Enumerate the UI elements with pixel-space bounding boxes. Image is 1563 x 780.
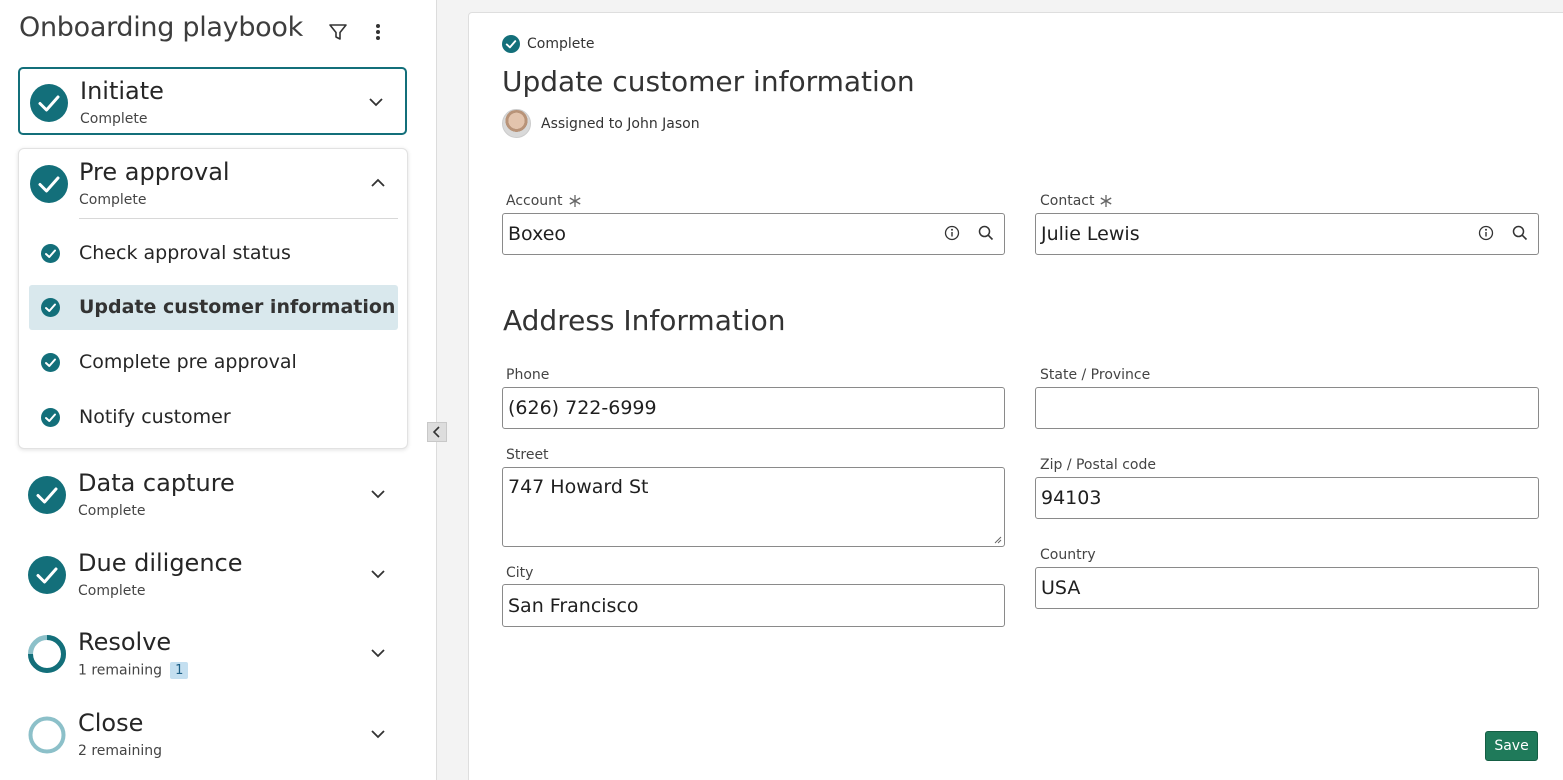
step-detail-panel: Complete Update customer information Ass… xyxy=(468,12,1563,780)
stage-status: Complete xyxy=(78,503,146,519)
stage-data-capture[interactable]: Data capture Complete xyxy=(18,461,407,529)
country-label: Country xyxy=(1040,547,1096,563)
stage-status: 1 remaining 1 xyxy=(78,662,189,679)
required-asterisk-icon xyxy=(1100,195,1112,207)
step-label: Notify customer xyxy=(79,406,231,428)
street-field[interactable]: 747 Howard St xyxy=(502,467,1005,547)
country-value: USA xyxy=(1041,577,1081,599)
check-circle-icon xyxy=(28,556,66,594)
stage-name: Data capture xyxy=(78,469,235,497)
chevron-down-icon[interactable] xyxy=(367,563,389,585)
state-label: State / Province xyxy=(1040,367,1151,383)
step-complete-pre-approval[interactable]: Complete pre approval xyxy=(29,340,398,385)
account-label-text: Account xyxy=(506,193,563,209)
city-value: San Francisco xyxy=(508,594,639,617)
stage-status: Complete xyxy=(78,583,146,599)
phone-value: (626) 722-6999 xyxy=(508,397,657,419)
zip-value: 94103 xyxy=(1041,487,1102,509)
stage-name: Due diligence xyxy=(78,549,243,577)
save-button[interactable]: Save xyxy=(1485,731,1538,761)
step-notify-customer[interactable]: Notify customer xyxy=(29,395,398,440)
info-icon[interactable] xyxy=(1478,224,1494,241)
page-title: Update customer information xyxy=(502,65,915,98)
progress-ring-icon xyxy=(28,635,66,673)
divider xyxy=(79,218,398,219)
collapse-panel-button[interactable] xyxy=(427,422,447,442)
city-field[interactable]: San Francisco xyxy=(502,584,1005,627)
assignee: Assigned to John Jason xyxy=(502,109,700,138)
check-circle-icon xyxy=(502,35,520,53)
stage-due-diligence[interactable]: Due diligence Complete xyxy=(18,541,407,609)
stage-name: Initiate xyxy=(80,77,164,105)
check-circle-icon xyxy=(41,353,60,372)
playbook-title: Onboarding playbook xyxy=(19,12,303,43)
chevron-down-icon[interactable] xyxy=(367,642,389,664)
stage-name: Pre approval xyxy=(79,158,230,186)
check-circle-icon xyxy=(30,165,68,203)
street-value: 747 Howard St xyxy=(508,476,649,498)
zip-label: Zip / Postal code xyxy=(1040,457,1156,473)
required-asterisk-icon xyxy=(569,195,581,207)
account-label: Account xyxy=(506,193,582,209)
stage-header[interactable]: Pre approval Complete xyxy=(19,149,407,219)
remaining-text: 1 remaining xyxy=(78,662,163,679)
account-field[interactable]: Boxeo xyxy=(502,213,1005,255)
avatar xyxy=(502,109,531,138)
country-field[interactable]: USA xyxy=(1035,567,1539,609)
stage-name: Close xyxy=(78,709,144,737)
resize-handle-icon[interactable] xyxy=(993,535,1002,544)
stage-name: Resolve xyxy=(78,628,172,656)
check-circle-icon xyxy=(30,84,68,122)
contact-label: Contact xyxy=(1040,193,1113,209)
empty-ring-icon xyxy=(28,716,66,754)
check-circle-icon xyxy=(28,476,66,514)
assignee-text: Assigned to John Jason xyxy=(541,115,700,132)
stage-status: Complete xyxy=(79,192,147,208)
contact-value: Julie Lewis xyxy=(1041,223,1140,245)
chevron-left-icon xyxy=(432,426,440,438)
chevron-down-icon[interactable] xyxy=(365,91,387,113)
check-circle-icon xyxy=(41,408,60,427)
check-circle-icon xyxy=(41,298,60,317)
check-circle-icon xyxy=(41,244,60,263)
step-check-approval-status[interactable]: Check approval status xyxy=(29,231,398,276)
section-title: Address Information xyxy=(503,304,786,337)
step-label: Complete pre approval xyxy=(79,351,297,373)
zip-field[interactable]: 94103 xyxy=(1035,477,1539,519)
playbook-sidebar: Onboarding playbook Initiate Complete Pr… xyxy=(0,0,437,780)
stage-resolve[interactable]: Resolve 1 remaining 1 xyxy=(18,620,407,688)
account-value: Boxeo xyxy=(508,223,567,245)
stage-status: Complete xyxy=(80,111,148,127)
search-icon[interactable] xyxy=(1512,224,1528,241)
stage-status: 2 remaining xyxy=(78,743,163,759)
stage-pre-approval: Pre approval Complete Check approval sta… xyxy=(18,148,408,449)
step-label: Check approval status xyxy=(79,242,291,264)
stage-close[interactable]: Close 2 remaining xyxy=(18,701,407,769)
street-label: Street xyxy=(506,447,549,463)
search-icon[interactable] xyxy=(978,224,994,241)
chevron-down-icon[interactable] xyxy=(367,723,389,745)
state-field[interactable] xyxy=(1035,387,1539,429)
step-label: Update customer information xyxy=(79,296,396,318)
count-badge: 1 xyxy=(170,662,189,679)
contact-label-text: Contact xyxy=(1040,193,1095,209)
phone-label: Phone xyxy=(506,367,550,383)
chevron-up-icon[interactable] xyxy=(367,172,389,194)
info-icon[interactable] xyxy=(944,224,960,241)
city-label: City xyxy=(506,565,534,581)
chevron-down-icon[interactable] xyxy=(367,483,389,505)
stage-initiate[interactable]: Initiate Complete xyxy=(18,67,407,135)
more-vertical-icon[interactable] xyxy=(364,18,392,46)
filter-icon[interactable] xyxy=(324,18,352,46)
contact-field[interactable]: Julie Lewis xyxy=(1035,213,1539,255)
step-status: Complete xyxy=(502,35,594,53)
step-status-text: Complete xyxy=(527,36,595,52)
step-update-customer-information[interactable]: Update customer information xyxy=(29,285,398,330)
phone-field[interactable]: (626) 722-6999 xyxy=(502,387,1005,429)
